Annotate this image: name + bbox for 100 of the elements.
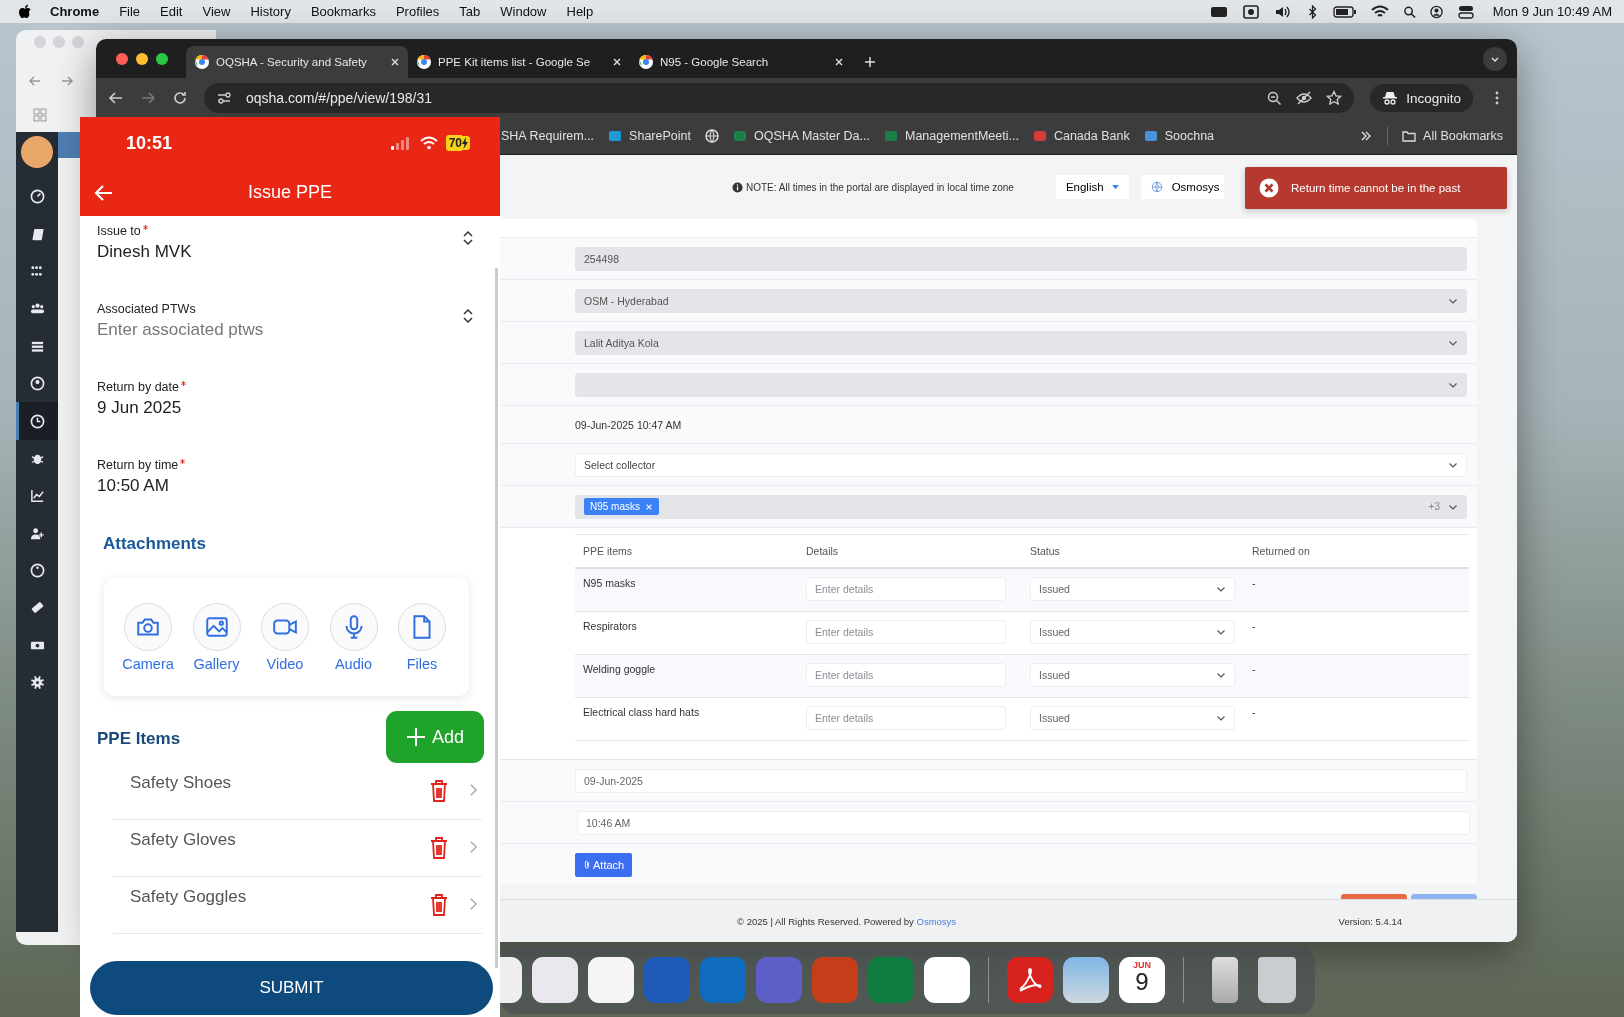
eye-slash-icon[interactable] — [1296, 90, 1313, 106]
incognito-icon — [1382, 90, 1399, 106]
signal-icon — [389, 136, 412, 150]
menu-item[interactable]: File — [119, 4, 141, 19]
chevron-down-icon — [1216, 670, 1226, 680]
bookmark[interactable]: OQSHA Master Da... — [732, 129, 870, 143]
attach-button[interactable]: Attach — [575, 852, 633, 877]
menu-item[interactable]: Help — [566, 4, 594, 19]
details-field[interactable]: Enter details — [806, 577, 1006, 601]
up-down-chevron-icon — [462, 308, 474, 324]
screen-title: Issue PPE — [246, 182, 333, 203]
bookmark[interactable]: SharePoint — [608, 129, 691, 143]
menu-item[interactable]: View — [202, 4, 231, 19]
overflow-count: +3 — [1428, 501, 1440, 512]
close-icon[interactable] — [834, 57, 844, 67]
table-cell-text: N95 masks — [582, 577, 637, 589]
volume-icon[interactable] — [1273, 4, 1292, 19]
dropdown[interactable]: Select collector — [575, 452, 1467, 477]
address-bar[interactable]: oqsha.com/#/ppe/view/198/31 — [204, 83, 1355, 113]
up-down-chevron-icon — [462, 230, 474, 246]
zoom-icon[interactable] — [1266, 90, 1283, 106]
browser-tab[interactable]: PPE Kit items list - Google Se — [408, 46, 630, 78]
status-dropdown[interactable]: Issued — [1030, 620, 1235, 644]
column-header: Returned on — [1251, 545, 1311, 557]
plus-icon — [406, 727, 426, 747]
forward-arrow-icon[interactable] — [60, 74, 74, 88]
select-field[interactable]: Enter associated ptws — [97, 320, 462, 340]
menu-app-name[interactable]: Chrome — [50, 4, 100, 19]
sidebar-item[interactable] — [16, 402, 58, 440]
site-settings-icon[interactable] — [216, 90, 232, 106]
browser-tab[interactable]: OQSHA - Security and Safety — [186, 46, 408, 78]
close-icon[interactable] — [612, 57, 622, 67]
field-label: Associated PTWs — [97, 302, 196, 316]
table-cell-text: Respirators — [582, 620, 638, 632]
language-dropdown[interactable]: English — [1055, 175, 1129, 199]
list-item-text[interactable]: Safety Goggles — [130, 887, 429, 907]
status-dropdown[interactable]: Issued — [1030, 577, 1235, 601]
error-icon — [1259, 178, 1279, 198]
user-icon[interactable] — [1429, 4, 1443, 19]
menu-item[interactable]: Tab — [459, 4, 481, 19]
search-icon[interactable] — [1402, 4, 1416, 19]
wifi-icon — [419, 136, 438, 150]
status-icon[interactable] — [1241, 4, 1260, 19]
bookmark-favicon-icon — [1032, 129, 1047, 143]
calendar-app-icon[interactable]: JUN 9 — [1119, 957, 1165, 1003]
bookmark[interactable]: Canada Bank — [1032, 129, 1130, 143]
details-field[interactable]: Enter details — [806, 620, 1006, 644]
battery-level: 70 — [445, 135, 462, 151]
submit-button[interactable]: SUBMIT — [90, 961, 493, 1015]
menu-item[interactable]: Edit — [160, 4, 183, 19]
tab-search-button[interactable] — [1483, 46, 1507, 71]
status-icon[interactable] — [1209, 4, 1228, 19]
apple-logo-icon[interactable] — [18, 3, 32, 20]
phone-clock: 10:51 — [126, 132, 173, 154]
status-dropdown[interactable]: Issued — [1030, 706, 1235, 730]
select-field[interactable]: Dinesh MVK — [97, 242, 462, 262]
details-field[interactable]: Enter details — [806, 663, 1006, 687]
list-item-text[interactable]: Safety Gloves — [130, 830, 429, 850]
reload-icon[interactable] — [172, 90, 188, 106]
menu-item[interactable]: Window — [500, 4, 547, 19]
zoom-window-button[interactable] — [156, 52, 168, 65]
date-field[interactable]: 9 Jun 2025 — [97, 398, 482, 418]
close-icon[interactable] — [390, 57, 400, 67]
battery-icon[interactable] — [1332, 4, 1357, 19]
details-field[interactable]: Enter details — [806, 706, 1006, 730]
bookmark[interactable]: ManagementMeeti... — [883, 129, 1019, 143]
menu-item[interactable]: History — [250, 4, 291, 19]
pdf-app-icon[interactable] — [1007, 957, 1053, 1003]
wifi-icon[interactable] — [1370, 4, 1389, 19]
add-user-icon — [29, 525, 45, 541]
bookmark[interactable]: SHA Requirem... — [501, 129, 595, 143]
time-field[interactable]: 10:46 AM — [577, 810, 1470, 835]
menu-item[interactable]: Profiles — [395, 4, 440, 19]
menu-clock[interactable]: Mon 9 Jun 10:49 AM — [1492, 4, 1612, 19]
version-text: Version: 5.4.14 — [1338, 915, 1402, 927]
menu-item[interactable]: Bookmarks — [310, 4, 376, 19]
minimize-window-button[interactable] — [136, 52, 148, 65]
new-tab-icon[interactable] — [864, 56, 876, 68]
organisation-selector[interactable]: Osmosys — [1140, 175, 1224, 199]
forward-arrow-icon[interactable] — [140, 90, 156, 106]
status-dropdown[interactable]: Issued — [1030, 663, 1235, 687]
field-label: Issue to — [97, 224, 141, 238]
bookmark[interactable]: Soochna — [1143, 129, 1215, 143]
column-header: Status — [1029, 545, 1061, 557]
time-field[interactable]: 10:50 AM — [97, 476, 482, 496]
back-arrow-icon[interactable] — [108, 90, 124, 106]
browser-tab[interactable]: N95 - Google Search — [630, 46, 852, 78]
list-item-text[interactable]: Safety Shoes — [130, 773, 429, 793]
photo-app-icon[interactable] — [1063, 957, 1109, 1003]
osmosys-link[interactable]: Osmosys — [916, 915, 957, 927]
copyright-text: © 2025 | All Rights Reserved. Powered by Osmosys — [737, 915, 957, 927]
star-icon[interactable] — [1326, 90, 1343, 106]
back-arrow-icon[interactable] — [94, 182, 114, 203]
bolt-icon — [462, 136, 470, 150]
table-cell-text: Electrical class hard hats — [582, 706, 701, 718]
control-center-icon[interactable] — [1456, 4, 1475, 19]
all-bookmarks-button[interactable]: All Bookmarks — [1402, 129, 1503, 143]
profile-button[interactable]: Incognito — [1370, 84, 1473, 112]
date-field[interactable]: 09-Jun-2025 — [575, 768, 1467, 793]
close-window-button[interactable] — [116, 52, 128, 65]
